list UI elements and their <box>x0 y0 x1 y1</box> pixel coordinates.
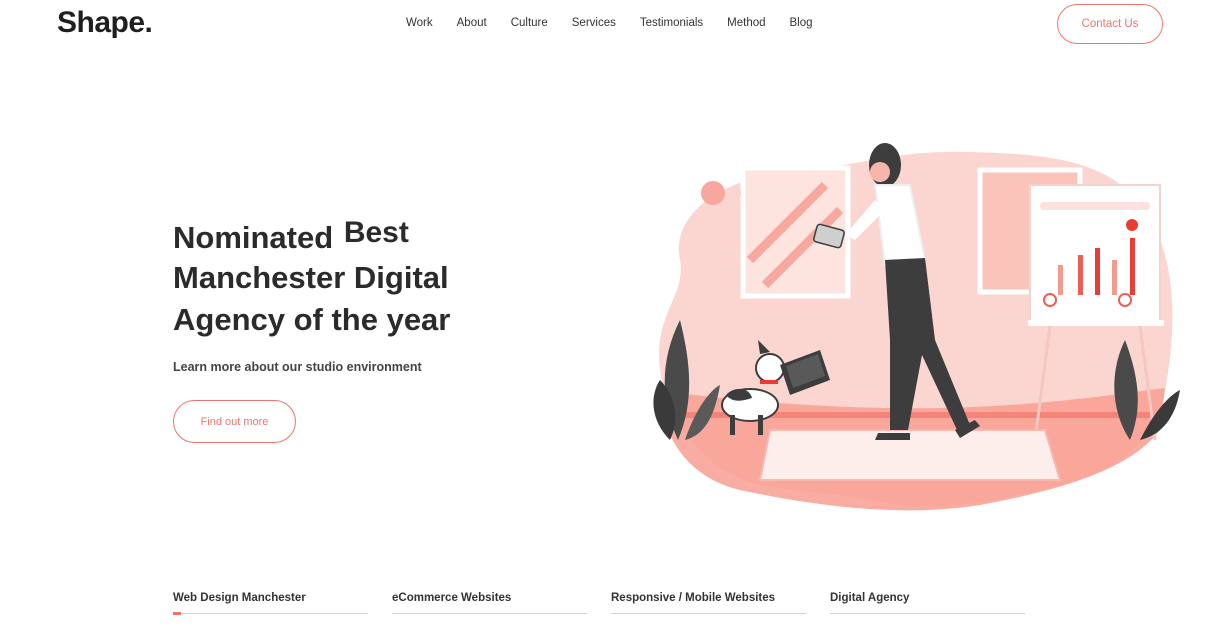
hero-title-line-2: Manchester Digital <box>173 260 449 295</box>
hero-title-line-1: Nominated Best <box>173 216 503 258</box>
hero-title-word-nominated: Nominated <box>173 220 334 255</box>
hero-title-word-best: Best <box>343 216 409 249</box>
studio-illustration <box>653 143 1180 511</box>
find-out-more-button[interactable]: Find out more <box>173 400 296 443</box>
tab-progress-track <box>392 613 587 614</box>
easel-header <box>1040 202 1150 210</box>
nav-item-testimonials[interactable]: Testimonials <box>640 17 703 29</box>
nav-item-services[interactable]: Services <box>572 17 616 29</box>
woman-shoe-left <box>875 433 910 440</box>
tab-label: Responsive / Mobile Websites <box>611 592 776 604</box>
bar-d <box>1112 260 1117 295</box>
dog-leg-1 <box>730 415 735 435</box>
map-pin <box>1126 219 1138 231</box>
dog-head <box>755 353 785 383</box>
bar-a <box>1058 265 1063 295</box>
dog-leg-2 <box>758 415 763 435</box>
bar-b <box>1078 255 1083 295</box>
nav-item-about[interactable]: About <box>457 17 487 29</box>
tab-ecommerce-websites[interactable]: eCommerce Websites <box>392 592 587 614</box>
tab-progress-track <box>830 613 1025 614</box>
brand-logo[interactable]: Shape. <box>57 6 153 40</box>
tab-progress-track <box>173 612 368 615</box>
nav-item-method[interactable]: Method <box>727 17 765 29</box>
ball-1 <box>701 181 725 205</box>
bar-e <box>1130 238 1135 295</box>
easel-shelf <box>1028 320 1164 326</box>
tab-web-design-manchester[interactable]: Web Design Manchester <box>173 592 368 615</box>
tab-digital-agency[interactable]: Digital Agency <box>830 592 1025 614</box>
tab-label: eCommerce Websites <box>392 592 512 604</box>
dog-collar <box>760 380 778 384</box>
nav-item-culture[interactable]: Culture <box>511 17 548 29</box>
woman-face <box>870 162 890 182</box>
tab-label: Web Design Manchester <box>173 592 306 604</box>
bar-c <box>1095 248 1100 295</box>
tab-progress-fill <box>173 612 181 615</box>
contact-us-button[interactable]: Contact Us <box>1057 4 1163 44</box>
hero-title-line-3: Agency of the year <box>173 302 451 337</box>
hero-title: Nominated Best Manchester Digital Agency… <box>173 216 503 339</box>
tab-responsive-mobile-websites[interactable]: Responsive / Mobile Websites <box>611 592 806 614</box>
main-nav: Work About Culture Services Testimonials… <box>406 17 813 29</box>
tab-progress-track <box>611 613 806 614</box>
hero-subtitle: Learn more about our studio environment <box>173 360 422 374</box>
nav-item-blog[interactable]: Blog <box>790 17 813 29</box>
tab-label: Digital Agency <box>830 592 910 604</box>
nav-item-work[interactable]: Work <box>406 17 433 29</box>
service-tabs: Web Design Manchester eCommerce Websites… <box>173 592 1025 615</box>
